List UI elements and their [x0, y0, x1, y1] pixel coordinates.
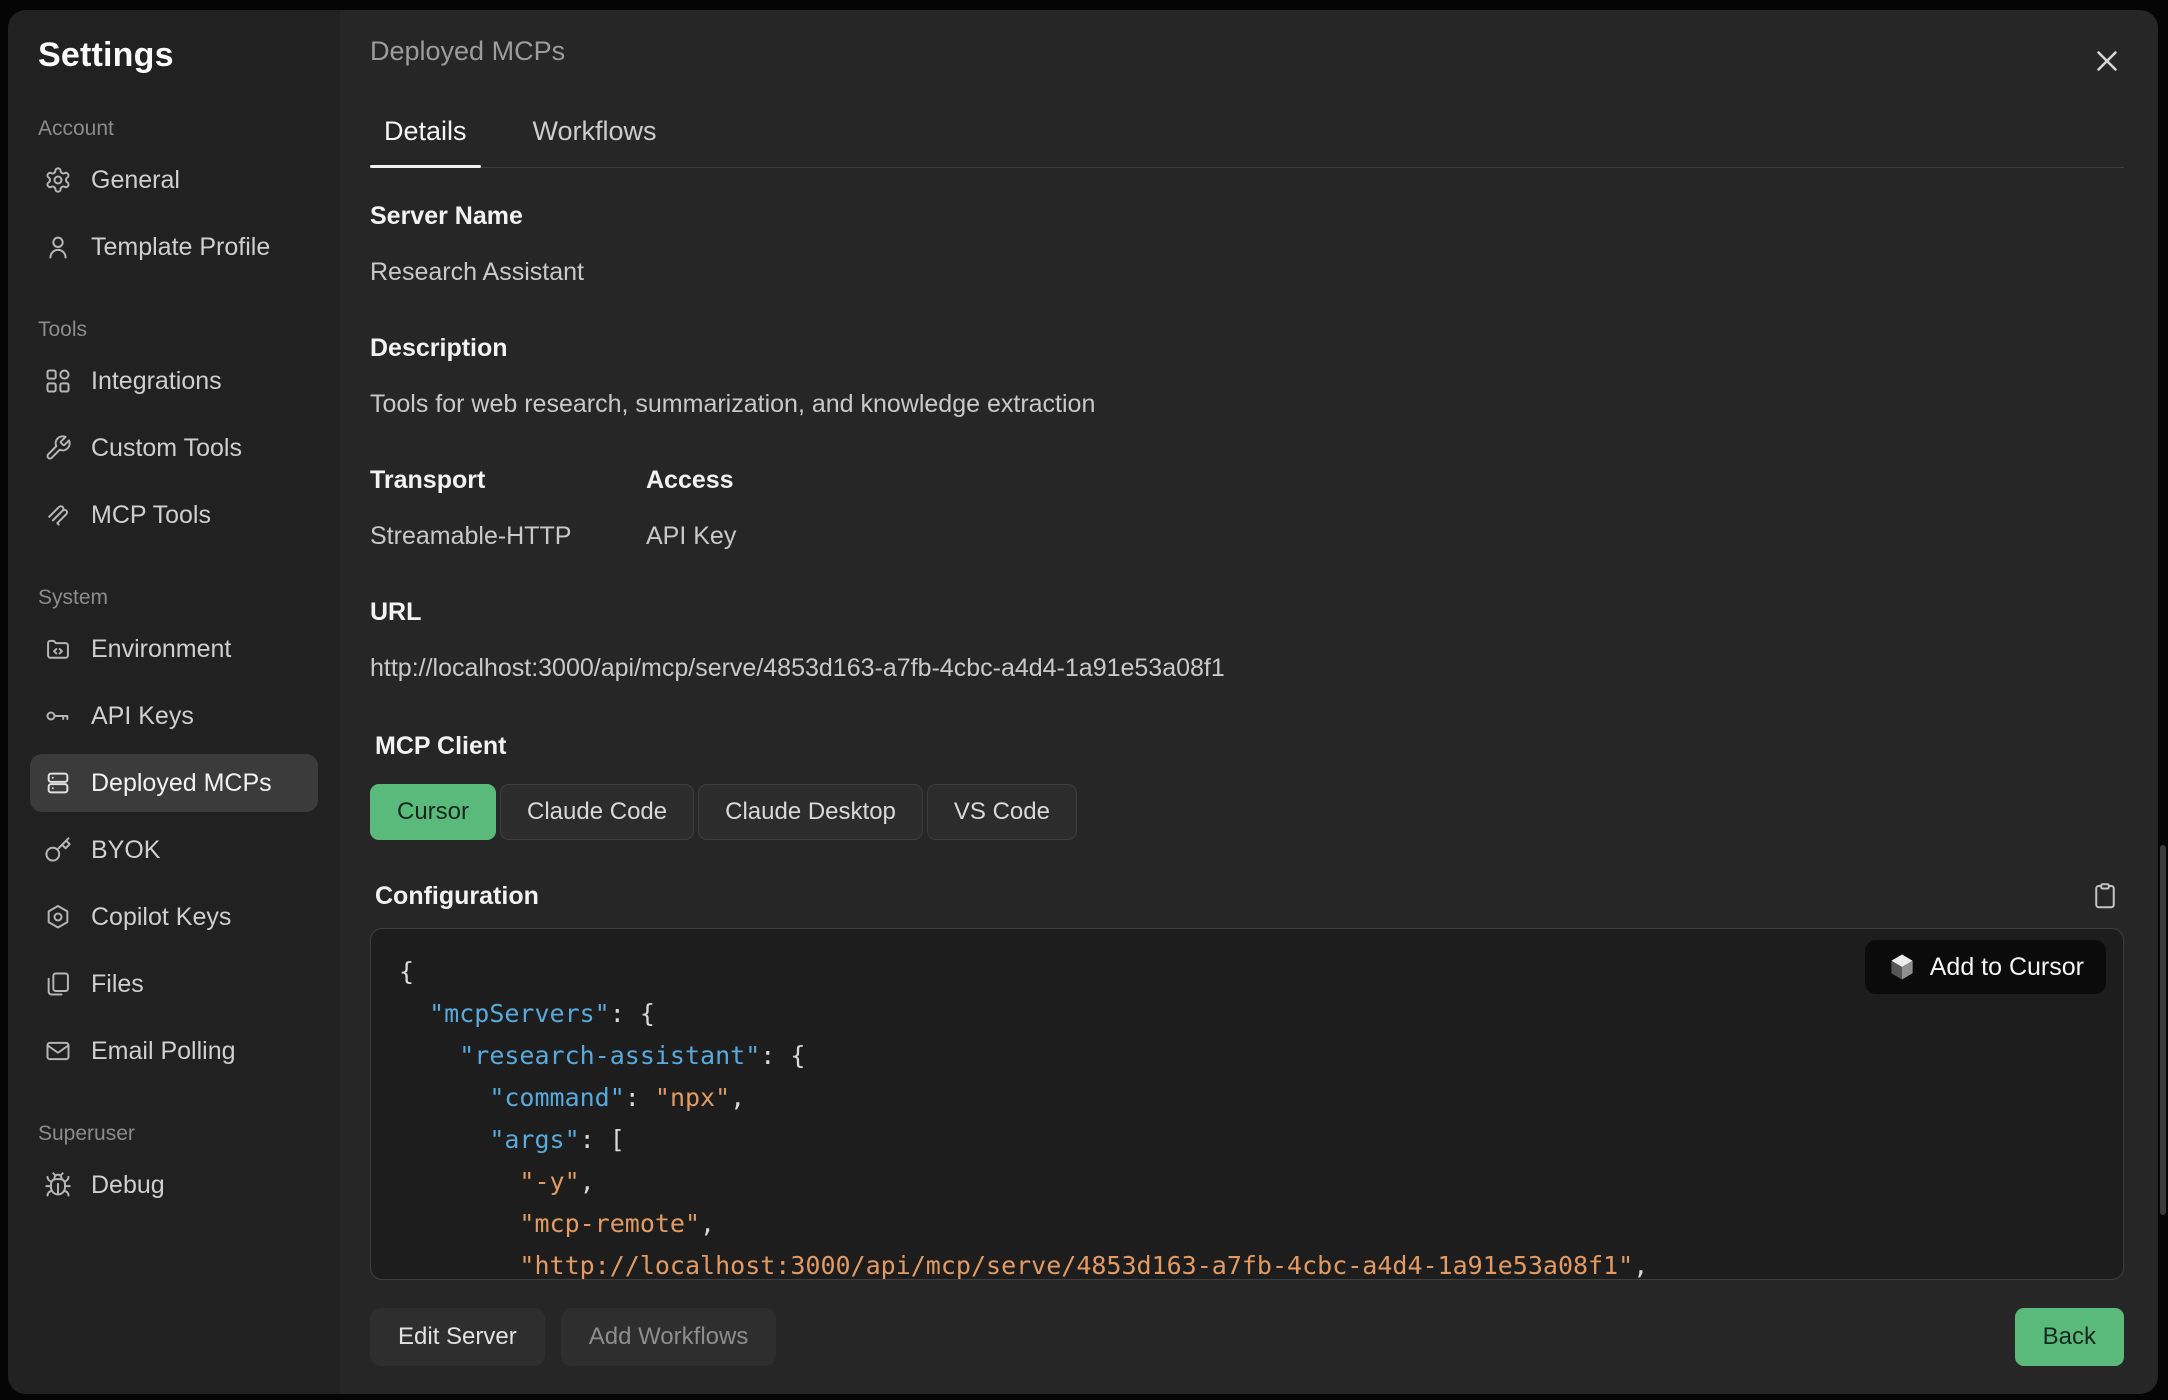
add-to-cursor-label: Add to Cursor — [1930, 953, 2084, 982]
gear-icon — [44, 166, 72, 194]
sidebar-item-email-polling[interactable]: Email Polling — [30, 1022, 318, 1080]
configuration-label: Configuration — [375, 880, 539, 912]
configuration-header-row: Configuration — [370, 880, 2124, 912]
panel-title: Deployed MCPs — [370, 36, 565, 67]
cursor-cube-icon — [1887, 952, 1917, 982]
sidebar-item-label: Email Polling — [91, 1037, 236, 1066]
sidebar-item-label: Integrations — [91, 367, 222, 396]
sidebar-item-environment[interactable]: Environment — [30, 620, 318, 678]
sidebar-item-template-profile[interactable]: Template Profile — [30, 218, 318, 276]
sidebar-item-general[interactable]: General — [30, 151, 318, 209]
sidebar-item-integrations[interactable]: Integrations — [30, 352, 318, 410]
code-line: "mcpServers": { — [399, 993, 2095, 1035]
back-button[interactable]: Back — [2015, 1308, 2124, 1366]
code-line: "mcp-remote", — [399, 1203, 2095, 1245]
description-label: Description — [370, 332, 2124, 364]
configuration-json: { "mcpServers": { "research-assistant": … — [399, 951, 2095, 1280]
key-icon — [44, 702, 72, 730]
url-value: http://localhost:3000/api/mcp/serve/4853… — [370, 652, 2124, 684]
mcp-client-selector: CursorClaude CodeClaude DesktopVS Code — [370, 784, 2124, 840]
transport-column: Transport Streamable-HTTP — [370, 420, 646, 552]
folder-code-icon — [44, 635, 72, 663]
sidebar-item-label: MCP Tools — [91, 501, 211, 530]
bug-icon — [44, 1171, 72, 1199]
add-to-cursor-button[interactable]: Add to Cursor — [1865, 940, 2106, 994]
code-line: "http://localhost:3000/api/mcp/serve/485… — [399, 1245, 2095, 1280]
panel-footer: Edit Server Add Workflows Back — [370, 1280, 2124, 1366]
sidebar-section-label: Tools — [38, 318, 318, 342]
mcp-icon — [44, 501, 72, 529]
screen-backdrop: Settings Account General Template Profile T… — [0, 0, 2168, 1400]
transport-access-row: Transport Streamable-HTTP Access API Key — [370, 420, 2124, 552]
sidebar-section-label: System — [38, 586, 318, 610]
access-column: Access API Key — [646, 420, 2124, 552]
server-name-value: Research Assistant — [370, 256, 2124, 288]
client-button-claude-desktop[interactable]: Claude Desktop — [698, 784, 923, 840]
settings-modal: Settings Account General Template Profile T… — [8, 10, 2158, 1394]
server-name-label: Server Name — [370, 200, 2124, 232]
sidebar-item-label: Template Profile — [91, 233, 270, 262]
client-button-cursor[interactable]: Cursor — [370, 784, 496, 840]
wrench-icon — [44, 434, 72, 462]
sidebar-item-label: Copilot Keys — [91, 903, 231, 932]
sidebar-item-custom-tools[interactable]: Custom Tools — [30, 419, 318, 477]
server-icon — [44, 769, 72, 797]
tab-workflows[interactable]: Workflows — [519, 108, 671, 167]
sidebar-item-api-keys[interactable]: API Keys — [30, 687, 318, 745]
sidebar-item-label: Files — [91, 970, 144, 999]
sidebar-item-byok[interactable]: BYOK — [30, 821, 318, 879]
settings-sidebar: Settings Account General Template Profile T… — [8, 10, 340, 1394]
sidebar-item-label: Custom Tools — [91, 434, 242, 463]
sidebar-item-label: BYOK — [91, 836, 160, 865]
sidebar-item-files[interactable]: Files — [30, 955, 318, 1013]
sidebar-section-label: Superuser — [38, 1122, 318, 1146]
code-line: { — [399, 951, 2095, 993]
sidebar-item-label: API Keys — [91, 702, 194, 731]
code-line: "research-assistant": { — [399, 1035, 2095, 1077]
grid-icon — [44, 367, 72, 395]
person-icon — [44, 233, 72, 261]
access-label: Access — [646, 464, 2124, 496]
close-icon[interactable] — [2090, 44, 2124, 78]
page-scrollbar-thumb[interactable] — [2160, 845, 2166, 1215]
sidebar-section-label: Account — [38, 117, 318, 141]
code-line: "-y", — [399, 1161, 2095, 1203]
edit-server-button[interactable]: Edit Server — [370, 1308, 545, 1366]
client-button-vs-code[interactable]: VS Code — [927, 784, 1077, 840]
transport-value: Streamable-HTTP — [370, 520, 646, 552]
sidebar-item-label: Environment — [91, 635, 231, 664]
mail-icon — [44, 1037, 72, 1065]
mcp-client-label: MCP Client — [375, 730, 2124, 762]
sidebar-item-mcp-tools[interactable]: MCP Tools — [30, 486, 318, 544]
deployed-mcps-panel: Deployed MCPs Details Workflows Server Na… — [340, 10, 2158, 1394]
files-icon — [44, 970, 72, 998]
description-value: Tools for web research, summarization, a… — [370, 388, 2124, 420]
sidebar-item-label: Debug — [91, 1171, 165, 1200]
panel-header: Deployed MCPs — [370, 36, 2124, 78]
tab-details[interactable]: Details — [370, 108, 481, 167]
copy-clipboard-icon[interactable] — [2090, 880, 2120, 912]
access-value: API Key — [646, 520, 2124, 552]
sidebar-title: Settings — [38, 36, 318, 75]
code-line: "args": [ — [399, 1119, 2095, 1161]
sidebar-item-copilot-keys[interactable]: Copilot Keys — [30, 888, 318, 946]
tab-bar: Details Workflows — [370, 108, 2124, 168]
key-diagonal-icon — [44, 836, 72, 864]
sidebar-item-deployed-mcps[interactable]: Deployed MCPs — [30, 754, 318, 812]
url-label: URL — [370, 596, 2124, 628]
sidebar-item-label: Deployed MCPs — [91, 769, 272, 798]
sidebar-item-label: General — [91, 166, 180, 195]
sidebar-sections: Account General Template Profile Tools Integ… — [38, 117, 318, 1214]
client-button-claude-code[interactable]: Claude Code — [500, 784, 694, 840]
add-workflows-button[interactable]: Add Workflows — [561, 1308, 777, 1366]
sidebar-item-debug[interactable]: Debug — [30, 1156, 318, 1214]
transport-label: Transport — [370, 464, 646, 496]
hexagon-icon — [44, 903, 72, 931]
code-line: "command": "npx", — [399, 1077, 2095, 1119]
configuration-code-block: { "mcpServers": { "research-assistant": … — [370, 928, 2124, 1280]
